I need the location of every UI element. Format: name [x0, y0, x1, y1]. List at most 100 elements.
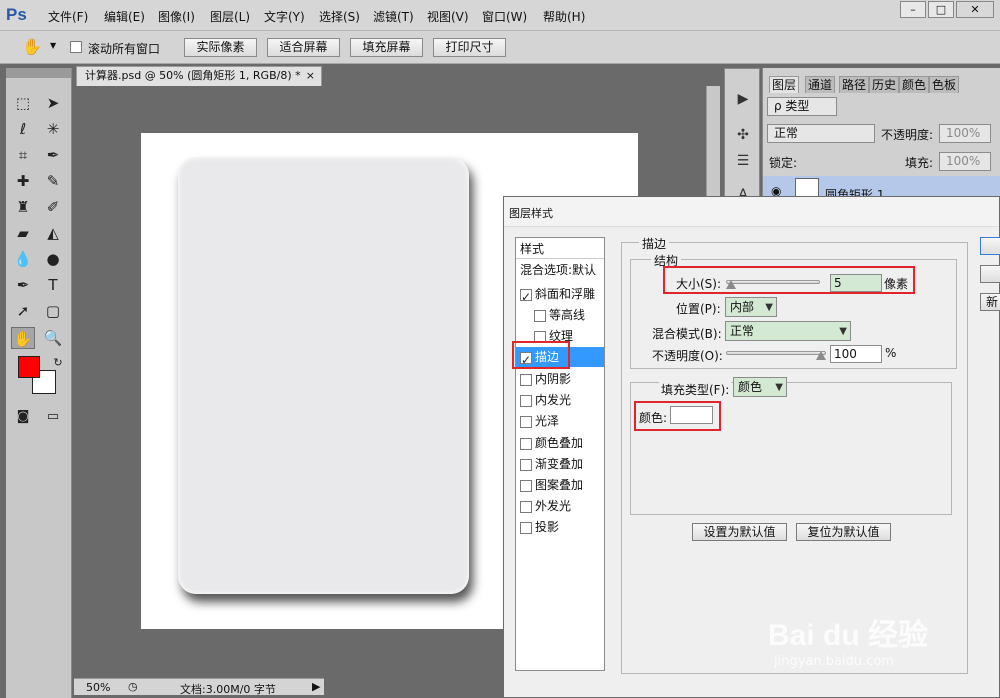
tab-layers[interactable]: 图层 [769, 76, 800, 93]
style-item-outer-glow[interactable]: 外发光 [520, 496, 604, 516]
brush-tool-icon[interactable]: ✎ [41, 170, 65, 192]
quick-mask-icon[interactable]: ◙ [11, 406, 35, 428]
tab-color[interactable]: 颜色 [899, 76, 930, 93]
status-menu-arrow-icon[interactable]: ▶ [312, 680, 320, 693]
play-actions-icon[interactable]: ▶ [733, 89, 753, 109]
style-item-color-overlay[interactable]: 颜色叠加 [520, 433, 604, 453]
style-item-satin[interactable]: 光泽 [520, 411, 604, 431]
menu-edit[interactable]: 编辑(E) [104, 8, 145, 25]
tab-swatches[interactable]: 色板 [929, 76, 960, 93]
actual-pixels-button[interactable]: 实际像素 [184, 38, 257, 57]
contour-checkbox[interactable] [534, 309, 546, 322]
menu-view[interactable]: 视图(V) [427, 8, 469, 25]
clone-stamp-icon[interactable]: ♜ [11, 196, 35, 218]
dodge-tool-icon[interactable]: ● [41, 248, 65, 270]
menu-help[interactable]: 帮助(H) [543, 8, 585, 25]
ok-button[interactable] [980, 237, 1000, 255]
gradient-overlay-checkbox[interactable] [520, 458, 532, 471]
scroll-all-windows-checkbox[interactable] [70, 41, 82, 53]
style-item-inner-shadow[interactable]: 内阴影 [520, 369, 604, 389]
satin-checkbox[interactable] [520, 415, 532, 428]
set-default-button[interactable]: 设置为默认值 [692, 523, 787, 541]
menu-layer[interactable]: 图层(L) [210, 8, 250, 25]
hand-tool-icon[interactable]: ✋ [22, 37, 42, 56]
menu-filter[interactable]: 滤镜(T) [373, 8, 414, 25]
layer-blend-mode-select[interactable]: 正常 [767, 124, 875, 143]
style-item-bevel-emboss[interactable]: 斜面和浮雕 [520, 284, 604, 307]
tab-history[interactable]: 历史 [869, 76, 900, 93]
close-button[interactable]: ✕ [956, 1, 994, 18]
style-item-pattern-overlay[interactable]: 图案叠加 [520, 475, 604, 495]
style-item-inner-glow[interactable]: 内发光 [520, 390, 604, 410]
healing-brush-icon[interactable]: ✚ [11, 170, 35, 192]
fill-screen-button[interactable]: 填充屏幕 [350, 38, 423, 57]
blur-tool-icon[interactable]: 💧 [11, 248, 35, 270]
new-style-button[interactable]: 新 [980, 293, 1000, 311]
path-select-icon[interactable]: ➚ [11, 300, 35, 322]
position-select[interactable]: 内部 ▼ [725, 297, 777, 317]
reset-default-button[interactable]: 复位为默认值 [796, 523, 891, 541]
pen-tool-icon[interactable]: ✒ [11, 274, 35, 296]
hand-tool-icon[interactable]: ✋ [11, 327, 35, 349]
style-item-gradient-overlay[interactable]: 渐变叠加 [520, 454, 604, 474]
bevel-emboss-checkbox[interactable] [520, 287, 532, 307]
screen-mode-icon[interactable]: ▭ [41, 406, 65, 428]
style-list-header[interactable]: 样式 [520, 240, 544, 257]
status-icon[interactable]: ◷ [128, 680, 138, 693]
tab-paths[interactable]: 路径 [839, 76, 870, 93]
blend-options-item[interactable]: 混合选项:默认 [520, 260, 604, 280]
shape-tool-icon[interactable]: ▢ [41, 300, 65, 322]
type-tool-icon[interactable]: T [41, 274, 65, 296]
rounded-rectangle-layer[interactable] [178, 157, 469, 594]
zoom-tool-icon[interactable]: 🔍 [41, 327, 65, 349]
brushes-icon[interactable]: ✣ [733, 125, 753, 145]
layer-filter-select[interactable]: ρ 类型 [767, 97, 837, 116]
zoom-level[interactable]: 50% [86, 681, 110, 694]
outer-glow-checkbox[interactable] [520, 500, 532, 513]
fit-screen-button[interactable]: 适合屏幕 [267, 38, 340, 57]
eraser-tool-icon[interactable]: ▰ [11, 222, 35, 244]
opacity-slider-thumb[interactable] [816, 351, 826, 360]
crop-tool-icon[interactable]: ⌗ [11, 144, 35, 166]
blend-mode-select[interactable]: 正常 ▼ [725, 321, 851, 341]
foreground-color-swatch[interactable] [18, 356, 40, 378]
eyedropper-icon[interactable]: ✒ [41, 144, 65, 166]
tool-preset-dropdown-icon[interactable]: ▼ [50, 41, 56, 50]
layer-opacity-input[interactable]: 100% [939, 124, 991, 143]
adjustments-icon[interactable]: ☰ [733, 151, 753, 171]
drop-shadow-checkbox[interactable] [520, 521, 532, 534]
toolbox: ⬚ ➤ ℓ ✳ ⌗ ✒ ✚ ✎ ♜ ✐ ▰ ◭ 💧 ● ✒ T ➚ ▢ ✋ 🔍 … [6, 68, 72, 698]
menu-image[interactable]: 图像(I) [158, 8, 195, 25]
inner-shadow-checkbox[interactable] [520, 373, 532, 386]
style-item-drop-shadow[interactable]: 投影 [520, 517, 604, 537]
document-tab[interactable]: 计算器.psd @ 50% (圆角矩形 1, RGB/8) * × [76, 66, 322, 86]
marquee-tool-icon[interactable]: ⬚ [11, 92, 35, 114]
fill-type-select[interactable]: 颜色 ▼ [733, 377, 787, 397]
dialog-title: 图层样式 [504, 197, 999, 227]
magic-wand-icon[interactable]: ✳ [41, 118, 65, 140]
move-tool-icon[interactable]: ➤ [41, 92, 65, 114]
menu-select[interactable]: 选择(S) [319, 8, 360, 25]
chevron-down-icon: ▼ [765, 302, 773, 313]
opacity-slider-track[interactable] [726, 351, 826, 355]
history-brush-icon[interactable]: ✐ [41, 196, 65, 218]
menu-window[interactable]: 窗口(W) [482, 8, 527, 25]
layer-fill-input[interactable]: 100% [939, 152, 991, 171]
inner-glow-checkbox[interactable] [520, 394, 532, 407]
lasso-tool-icon[interactable]: ℓ [11, 118, 35, 140]
document-info: 文档:3.00M/0 字节 [180, 683, 276, 696]
pattern-overlay-checkbox[interactable] [520, 479, 532, 492]
style-item-contour[interactable]: 等高线 [534, 305, 604, 325]
swap-colors-icon[interactable]: ↻ [46, 352, 70, 374]
print-size-button[interactable]: 打印尺寸 [433, 38, 506, 57]
color-overlay-checkbox[interactable] [520, 437, 532, 450]
menu-type[interactable]: 文字(Y) [264, 8, 305, 25]
menu-file[interactable]: 文件(F) [48, 8, 88, 25]
cancel-button[interactable] [980, 265, 1000, 283]
minimize-button[interactable]: – [900, 1, 926, 18]
opacity-input[interactable]: 100 [830, 345, 882, 363]
tab-channels[interactable]: 通道 [805, 76, 836, 93]
paint-bucket-icon[interactable]: ◭ [41, 222, 65, 244]
maximize-button[interactable]: □ [928, 1, 954, 18]
document-tab-close-icon[interactable]: × [306, 67, 315, 85]
